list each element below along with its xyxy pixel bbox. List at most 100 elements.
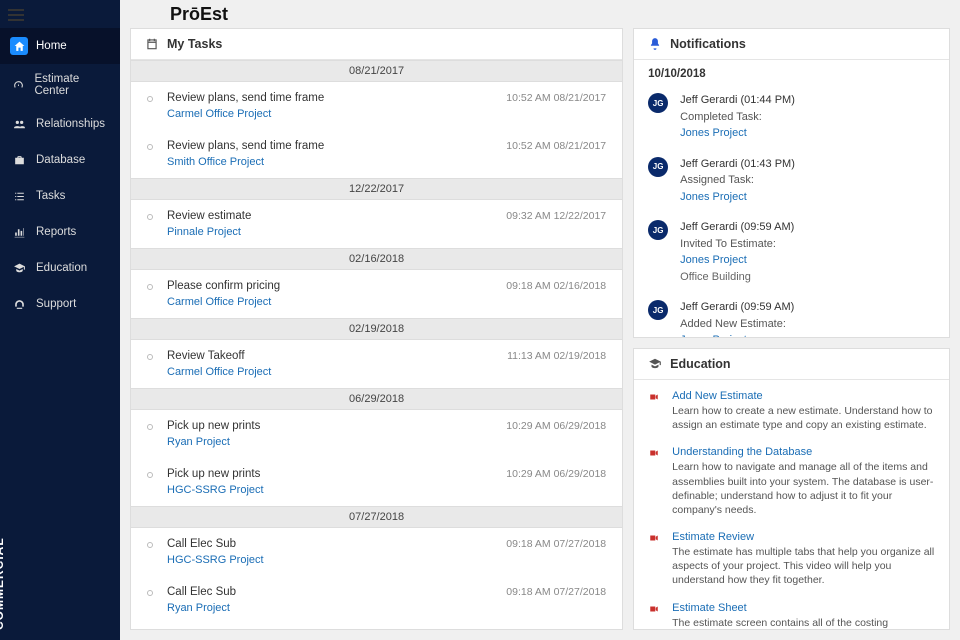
notifications-panel-title: Notifications xyxy=(670,37,746,51)
calendar-icon xyxy=(145,37,159,51)
video-icon xyxy=(648,603,662,629)
notification-row[interactable]: JG Jeff Gerardi (09:59 AM) Invited To Esti… xyxy=(634,215,949,295)
task-date-divider: 07/27/2018 xyxy=(131,506,622,528)
education-panel: Education Add New Estimate Learn how to c… xyxy=(633,348,950,630)
task-project-link[interactable]: Pinnale Project xyxy=(167,226,496,238)
avatar: JG xyxy=(648,157,668,177)
notification-link[interactable]: Jones Project xyxy=(680,332,935,337)
task-bullet-icon xyxy=(147,284,153,290)
task-title: Review plans, send time frame xyxy=(167,140,496,152)
task-date-divider: 12/22/2017 xyxy=(131,178,622,200)
task-row[interactable]: Call Elec SubRyan Project09:18 AM 07/27/… xyxy=(131,576,622,624)
task-project-link[interactable]: Ryan Project xyxy=(167,602,496,614)
sidebar-item-label: Support xyxy=(36,298,76,310)
education-link[interactable]: Estimate Sheet xyxy=(672,602,935,614)
task-row[interactable]: Call Elec SubHGC-SSRG Project09:18 AM 07… xyxy=(131,528,622,576)
task-row[interactable]: Pick up new prints Ryan Project 10:29 AM 0… xyxy=(131,410,622,458)
sidebar-item-database[interactable]: Database xyxy=(0,142,120,178)
task-bullet-icon xyxy=(147,144,153,150)
sidebar-item-home[interactable]: Home xyxy=(0,28,120,64)
notification-row[interactable]: JG Jeff Gerardi (01:43 PM) Assigned Task: J… xyxy=(634,152,949,216)
sidebar-item-reports[interactable]: Reports xyxy=(0,214,120,250)
task-row[interactable]: Pick up new prints HGC-SSRG Project 10:29 … xyxy=(131,458,622,506)
task-timestamp: 10:29 AM 06/29/2018 xyxy=(506,420,606,432)
task-date-divider: 02/16/2018 xyxy=(131,248,622,270)
task-project-link[interactable]: Carmel Office Project xyxy=(167,296,496,308)
sidebar-item-estimate-center[interactable]: Estimate Center xyxy=(0,64,120,106)
education-row[interactable]: Understanding the DatabaseLearn how to n… xyxy=(634,436,949,521)
task-project-link[interactable]: Carmel Office Project xyxy=(167,108,496,120)
education-row[interactable]: Estimate Sheet The estimate screen contai… xyxy=(634,592,949,629)
task-title: Pick up new prints xyxy=(167,420,496,432)
sidebar-item-support[interactable]: Support xyxy=(0,286,120,322)
sidebar-item-label: Estimate Center xyxy=(34,73,110,97)
task-row[interactable]: Review plans, send time frame Smith Offic… xyxy=(131,130,622,178)
task-title: Review Takeoff xyxy=(167,350,497,362)
education-link[interactable]: Estimate Review xyxy=(672,531,935,543)
avatar: JG xyxy=(648,93,668,113)
education-row[interactable]: Estimate Review The estimate has multiple… xyxy=(634,521,949,592)
task-project-link[interactable]: Smith Office Project xyxy=(167,156,496,168)
task-title: Pick up new prints xyxy=(167,468,496,480)
avatar: JG xyxy=(648,220,668,240)
brand-logo: PrōEst xyxy=(170,4,228,25)
education-description: The estimate screen contains all of the … xyxy=(672,616,935,629)
task-title: Please confirm pricing xyxy=(167,280,496,292)
video-icon xyxy=(648,391,662,432)
sidebar-item-label: Education xyxy=(36,262,87,274)
task-timestamp: 10:52 AM 08/21/2017 xyxy=(506,140,606,152)
task-bullet-icon xyxy=(147,96,153,102)
notification-row[interactable]: JGJeff Gerardi (09:59 AM)Added New Estim… xyxy=(634,295,949,337)
task-project-link[interactable]: Ryan Project xyxy=(167,436,496,448)
gauge-icon xyxy=(10,76,26,94)
task-row[interactable]: Please confirm pricing Carmel Office Proj… xyxy=(131,270,622,318)
task-timestamp: 10:52 AM 08/21/2017 xyxy=(506,92,606,104)
task-date-divider: 02/19/2018 xyxy=(131,318,622,340)
task-row[interactable]: Review estimatePinnale Project09:32 AM 1… xyxy=(131,200,622,248)
chart-icon xyxy=(10,223,28,241)
task-project-link[interactable]: Carmel Office Project xyxy=(167,366,497,378)
notification-name: Jeff Gerardi (01:43 PM) xyxy=(680,158,795,170)
education-panel-title: Education xyxy=(670,357,730,371)
video-icon xyxy=(648,532,662,588)
education-link[interactable]: Understanding the Database xyxy=(672,446,935,458)
tasks-panel: My Tasks 08/21/2017Review plans, send ti… xyxy=(130,28,623,630)
sidebar-item-relationships[interactable]: Relationships xyxy=(0,106,120,142)
avatar: JG xyxy=(648,300,668,320)
notification-action: Invited To Estimate: xyxy=(680,238,776,250)
notification-name: Jeff Gerardi (09:59 AM) xyxy=(680,221,794,233)
sidebar-item-label: Home xyxy=(36,40,67,52)
notification-action: Completed Task: xyxy=(680,111,762,123)
users-icon xyxy=(10,115,28,133)
task-date-divider: 06/29/2018 xyxy=(131,388,622,410)
sidebar-item-education[interactable]: Education xyxy=(0,250,120,286)
education-row[interactable]: Add New Estimate Learn how to create a ne… xyxy=(634,380,949,436)
task-project-link[interactable]: HGC-SSRG Project xyxy=(167,484,496,496)
notification-row[interactable]: JGJeff Gerardi (01:44 PM)Completed Task:… xyxy=(634,88,949,152)
task-title: Call Elec Sub xyxy=(167,586,496,598)
sidebar-item-tasks[interactable]: Tasks xyxy=(0,178,120,214)
sidebar-item-label: Reports xyxy=(36,226,76,238)
notification-name: Jeff Gerardi (09:59 AM) xyxy=(680,301,794,313)
task-timestamp: 10:29 AM 06/29/2018 xyxy=(506,468,606,480)
education-description: Learn how to create a new estimate. Unde… xyxy=(672,404,935,432)
tasks-panel-title: My Tasks xyxy=(167,37,222,51)
task-row[interactable]: Review TakeoffCarmel Office Project11:13… xyxy=(131,340,622,388)
notification-action: Assigned Task: xyxy=(680,174,754,186)
sidebar-item-label: Tasks xyxy=(36,190,65,202)
task-timestamp: 09:32 AM 12/22/2017 xyxy=(506,210,606,222)
hamburger-menu[interactable] xyxy=(8,6,24,24)
task-row[interactable]: Review plans, send time frameCarmel Offi… xyxy=(131,82,622,130)
notification-link[interactable]: Jones Project xyxy=(680,252,935,269)
task-project-link[interactable]: HGC-SSRG Project xyxy=(167,554,496,566)
education-link[interactable]: Add New Estimate xyxy=(672,390,935,402)
notification-link[interactable]: Jones Project xyxy=(680,125,935,142)
support-icon xyxy=(10,295,28,313)
task-date-divider: 08/21/2017 xyxy=(131,60,622,82)
task-timestamp: 09:18 AM 02/16/2018 xyxy=(506,280,606,292)
bell-icon xyxy=(648,37,662,51)
task-timestamp: 09:18 AM 07/27/2018 xyxy=(506,538,606,550)
notification-link[interactable]: Jones Project xyxy=(680,189,935,206)
education-description: The estimate has multiple tabs that help… xyxy=(672,545,935,588)
notifications-panel: Notifications 10/10/2018JGJeff Gerardi (… xyxy=(633,28,950,338)
